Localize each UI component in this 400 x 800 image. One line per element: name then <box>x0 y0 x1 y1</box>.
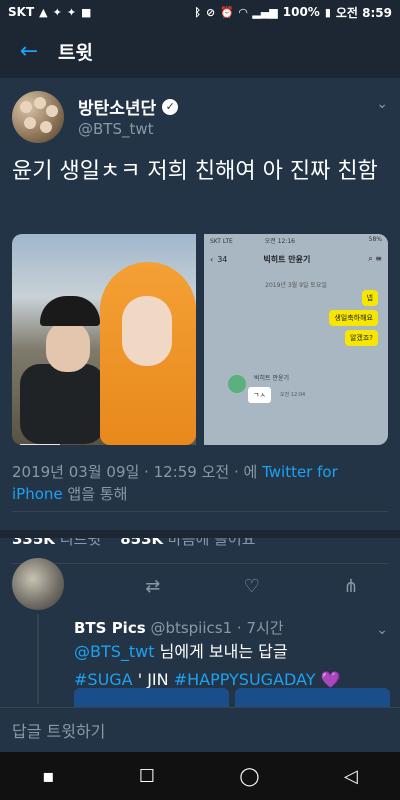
top-bar: ← 트윗 <box>0 24 400 78</box>
chat-status-left: SKT LTE <box>210 238 233 245</box>
tweet-date: 2019년 03월 09일 · 12:59 오전 · 에 <box>12 463 258 481</box>
reply-input-placeholder[interactable]: 답글 트윗하기 <box>12 718 105 742</box>
chat-time: 오전 12:04 <box>280 392 306 398</box>
battery-percent: 100% <box>282 5 320 19</box>
wifi-icon: ◠ <box>238 5 248 19</box>
chat-status-right: 58% <box>368 236 382 243</box>
chat-status-bar: SKT LTE 오전 12:16 58% <box>204 234 388 248</box>
chat-date: 2019년 3월 9일 토요일 <box>265 282 327 289</box>
reply-age: · 7시간 <box>236 619 284 637</box>
chat-bubble-2: 생일축하해요 <box>329 310 378 326</box>
chat-search-icon: ⌕ ≡ <box>368 254 382 263</box>
app-notification-icon: ■ <box>81 5 92 19</box>
chat-bubble-1: 넵 <box>361 290 378 306</box>
battery-icon: ▮ <box>324 5 331 19</box>
avatar[interactable] <box>12 91 64 143</box>
mention-suffix: 님에게 보내는 답글 <box>159 642 288 661</box>
divider <box>12 563 388 564</box>
chat-header: ‹ 34 빅히트 만윤기 ⌕ ≡ <box>204 248 388 270</box>
chat-sender: 빅히트 만윤기 <box>254 375 290 382</box>
client-suffix: 앱을 통해 <box>67 485 128 503</box>
mention-link[interactable]: @BTS_twt <box>74 642 155 661</box>
chat-reply-bubble: ㄱㅅ <box>248 387 271 403</box>
reply-handle: @btspiics1 <box>150 619 233 637</box>
share-icon[interactable]: ⋔ <box>343 576 358 597</box>
page-title: 트윗 <box>58 41 93 64</box>
signal-icon: ▂▄▆ <box>252 5 278 19</box>
chat-status-time: 오전 12:16 <box>264 238 295 245</box>
chat-back-icon: ‹ <box>210 254 214 264</box>
overview-icon[interactable]: ☐ <box>139 766 155 787</box>
author-name-row[interactable]: 방탄소년단 ✓ <box>78 94 179 119</box>
bluetooth-icon: ᛒ <box>194 5 201 19</box>
chat-title: 빅히트 만윤기 <box>263 254 311 264</box>
chat-bubble-3: 알겠죠? <box>344 330 378 346</box>
clock: 오전 8:59 <box>335 5 392 20</box>
author-handle: @BTS_twt <box>78 120 154 138</box>
section-divider <box>0 530 400 538</box>
twitter-bird-icon-2: ✦ <box>66 5 77 19</box>
hashtag-happysugaday[interactable]: #HAPPYSUGADAY <box>174 670 316 689</box>
reply-author-name[interactable]: BTS Pics <box>74 619 146 637</box>
reply-media-2[interactable] <box>235 688 390 708</box>
tweet-media[interactable]: SKT LTE 오전 12:16 58% ‹ 34 빅히트 만윤기 ⌕ ≡ 20… <box>12 234 388 445</box>
home-icon[interactable]: ◯ <box>239 766 259 787</box>
verified-badge-icon: ✓ <box>162 98 179 115</box>
media-photo-chat-screenshot[interactable]: SKT LTE 오전 12:16 58% ‹ 34 빅히트 만윤기 ⌕ ≡ 20… <box>204 234 388 445</box>
author-name: 방탄소년단 <box>78 99 157 119</box>
mute-icon: ⊘ <box>205 5 216 19</box>
media-photo-selfie[interactable] <box>12 234 196 445</box>
chevron-down-icon[interactable]: ⌄ <box>376 622 388 638</box>
tweet-meta: 2019년 03월 09일 · 12:59 오전 · 에 Twitter for… <box>12 461 387 505</box>
twitter-bird-icon: ✦ <box>52 5 62 19</box>
reply-media[interactable] <box>74 688 390 708</box>
back-icon[interactable]: ◁ <box>344 766 358 787</box>
alarm-icon: ⏰ <box>220 5 234 19</box>
reply-text: @BTS_twt 님에게 보내는 답글 #SUGA ' JIN #HAPPYSU… <box>74 638 394 694</box>
chevron-down-icon[interactable]: ⌄ <box>376 96 388 112</box>
android-nav-bar: ▪ ☐ ◯ ◁ <box>0 752 400 800</box>
purple-heart-icon: 💜 <box>320 670 341 689</box>
divider <box>12 511 388 512</box>
thread-line <box>37 614 39 704</box>
heart-icon[interactable]: ♡ <box>244 576 260 597</box>
recent-apps-icon[interactable]: ▪ <box>42 766 54 787</box>
arrow-left-icon[interactable]: ← <box>0 39 58 64</box>
reply-avatar[interactable] <box>12 558 64 610</box>
chat-count: 34 <box>217 254 228 264</box>
reply-composer[interactable]: 답글 트윗하기 <box>0 707 400 751</box>
hashtag-suga[interactable]: #SUGA <box>74 670 133 689</box>
retweet-icon[interactable]: ⇄ <box>145 576 160 597</box>
status-bar: SKT ▲ ✦ ✦ ■ ᛒ ⊘ ⏰ ◠ ▂▄▆ 100% ▮ 오전 8:59 <box>0 0 400 24</box>
tweet-text: 윤기 생일ㅊㅋ 저희 친해여 아 진짜 친함 <box>12 159 378 184</box>
reply-mid-text: ' JIN <box>137 670 169 689</box>
reply-media-1[interactable] <box>74 688 229 708</box>
chat-avatar-icon <box>228 375 246 393</box>
reply-header: BTS Pics @btspiics1 · 7시간 <box>74 617 284 638</box>
notification-icon: ▲ <box>39 5 48 19</box>
carrier-label: SKT <box>8 5 35 19</box>
